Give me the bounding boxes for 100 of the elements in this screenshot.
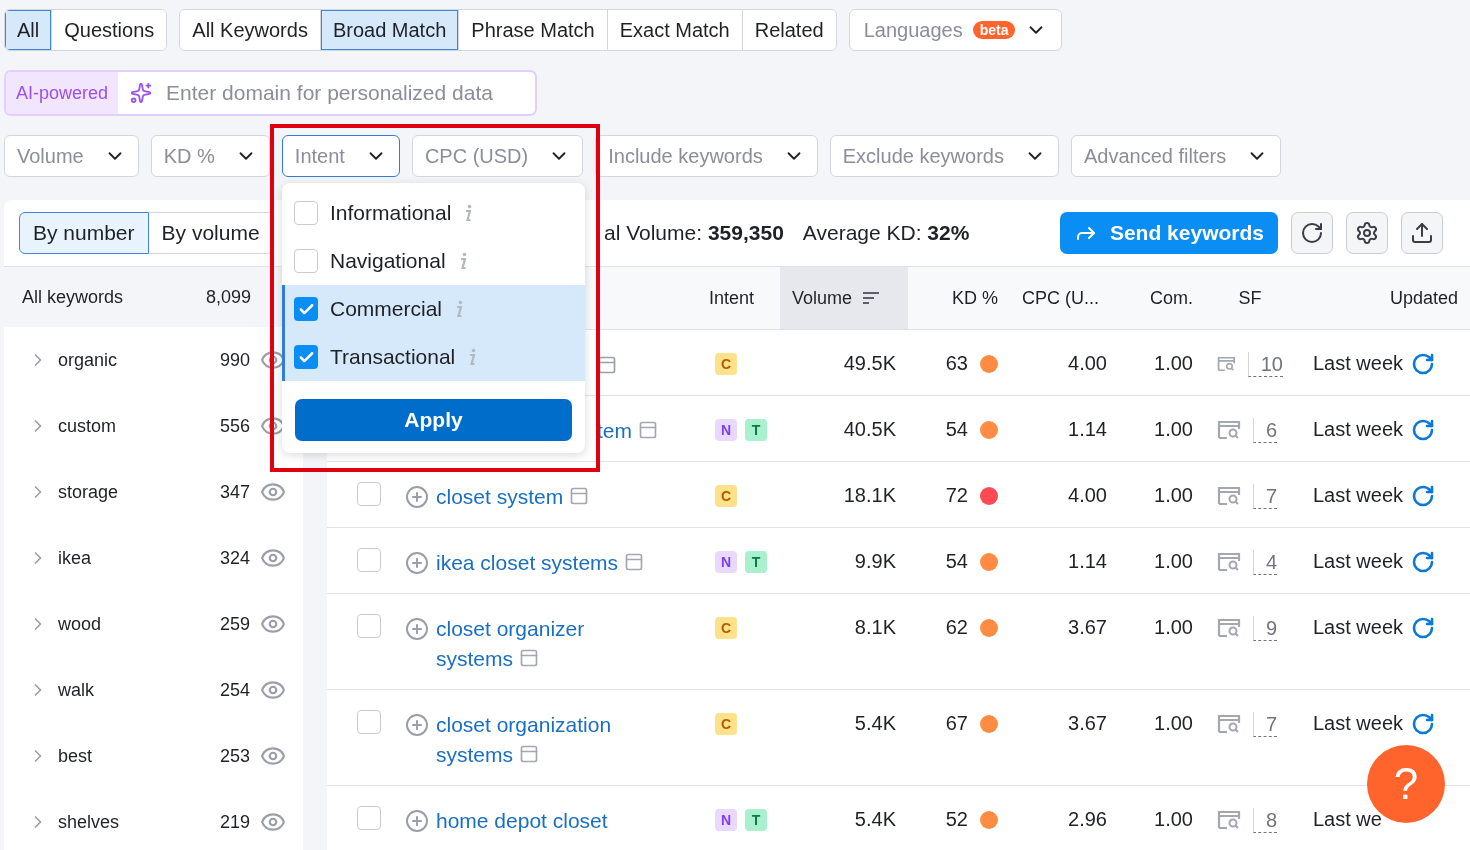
row-checkbox[interactable] [357, 614, 381, 638]
group-name[interactable]: organic [58, 349, 210, 371]
row-checkbox[interactable] [357, 482, 381, 506]
competition-cell-text: 1.00 [1153, 807, 1194, 832]
stat-text: al Volume: 359,350 [604, 221, 784, 245]
serp-features-count[interactable]: 9 [1253, 616, 1278, 641]
column-header: KD % [951, 286, 999, 310]
volume-cell-text: 8.1K [853, 615, 897, 640]
tab[interactable]: All [5, 10, 53, 50]
send-keywords-button[interactable]: Send keywords [1059, 212, 1278, 254]
serp-icon[interactable] [1217, 810, 1241, 830]
row-checkbox[interactable] [357, 548, 381, 572]
serp-icon[interactable] [1217, 354, 1236, 374]
panel-icon[interactable] [518, 744, 539, 764]
filter-dropdown[interactable]: Volume [4, 135, 139, 177]
intent-option[interactable]: Informational [282, 189, 585, 237]
keyword-link[interactable]: ikea closet systems [436, 548, 644, 578]
add-circle-icon[interactable] [405, 713, 429, 737]
serp-icon[interactable] [1217, 420, 1241, 440]
upload-icon [1410, 221, 1434, 245]
group-count: 219 [219, 811, 250, 833]
panel-icon[interactable] [597, 355, 617, 375]
add-circle-icon[interactable] [405, 551, 429, 575]
filter-dropdown[interactable]: KD % [150, 135, 270, 177]
updated-text: Last week [1313, 616, 1404, 639]
keyword-link[interactable]: closet organization systems [436, 710, 664, 770]
keyword-link[interactable]: closet system [436, 482, 590, 512]
serp-icon[interactable] [1217, 714, 1241, 734]
serp-features-count[interactable]: 10 [1247, 352, 1283, 377]
tab[interactable]: Broad Match [320, 10, 460, 50]
apply-button[interactable]: Apply [295, 399, 572, 441]
refresh-icon[interactable] [1411, 352, 1436, 376]
refresh-icon[interactable] [1411, 418, 1436, 442]
filter-dropdown[interactable]: Intent [281, 135, 400, 177]
option-label: Informational [330, 201, 452, 225]
export-button[interactable] [1401, 212, 1443, 254]
add-circle-icon[interactable] [405, 617, 429, 641]
serp-icon[interactable] [1217, 618, 1241, 638]
info-icon [463, 204, 474, 222]
add-circle-icon[interactable] [405, 809, 429, 833]
filter-dropdown[interactable]: Advanced filters [1070, 135, 1282, 177]
intent-option[interactable]: Transactional [282, 333, 585, 381]
competition-cell-text: 1.00 [1153, 417, 1194, 442]
refresh-icon[interactable] [1411, 712, 1436, 736]
intent-badge: T [745, 809, 767, 831]
refresh-icon[interactable] [1411, 484, 1436, 508]
group-name[interactable]: best [58, 745, 210, 767]
column-header: Intent [708, 286, 756, 310]
keyword-link[interactable]: closet organizer systems [436, 614, 664, 674]
filter-dropdown[interactable]: Exclude keywords [829, 135, 1059, 177]
group-name: All keywords [22, 286, 125, 308]
panel-icon[interactable] [637, 420, 658, 440]
panel-icon[interactable] [518, 648, 539, 668]
view-toggle[interactable]: By number [19, 212, 149, 254]
intent-badge: N [715, 551, 737, 573]
filter-dropdown[interactable]: CPC (USD) [411, 135, 584, 177]
serp-features-count[interactable]: 6 [1253, 418, 1278, 443]
checkbox[interactable] [294, 249, 318, 273]
add-circle-icon[interactable] [405, 485, 429, 509]
column-header: CPC (U... [1021, 286, 1100, 310]
filter-dropdown[interactable]: Include keywords [595, 135, 818, 177]
tab[interactable]: All Keywords [180, 10, 321, 50]
intent-badge: C [715, 713, 737, 735]
checkbox[interactable] [294, 201, 318, 225]
column-header[interactable]: Volume [780, 267, 908, 329]
settings-button[interactable] [1346, 212, 1388, 254]
group-name[interactable]: storage [58, 481, 210, 503]
intent-option[interactable]: Commercial [282, 285, 585, 333]
keyword-link[interactable]: home depot closet [436, 806, 608, 836]
volume-cell-text: 5.4K [853, 711, 897, 736]
group-name[interactable]: ikea [58, 547, 210, 569]
serp-features-count[interactable]: 7 [1253, 484, 1278, 509]
panel-icon[interactable] [623, 552, 644, 572]
serp-icon[interactable] [1217, 552, 1241, 572]
checkbox[interactable] [294, 297, 318, 321]
languages-dropdown[interactable]: Languages beta [848, 9, 1063, 51]
group-count: 324 [219, 547, 250, 569]
panel-icon[interactable] [569, 486, 590, 506]
group-name[interactable]: walk [58, 679, 210, 701]
updated-text: Last week [1313, 712, 1404, 735]
refresh-icon[interactable] [1411, 550, 1436, 574]
checkbox[interactable] [294, 345, 318, 369]
serp-icon[interactable] [1217, 486, 1241, 506]
group-name[interactable]: wood [58, 613, 210, 635]
serp-features-count[interactable]: 7 [1253, 712, 1278, 737]
cpc-cell-text: 2.96 [1067, 807, 1108, 832]
group-name[interactable]: custom [58, 415, 210, 437]
updated-text: Last week [1313, 418, 1404, 441]
serp-features-count[interactable]: 4 [1253, 550, 1278, 575]
refresh-icon[interactable] [1411, 616, 1436, 640]
group-name[interactable]: shelves [58, 811, 210, 833]
domain-search-field[interactable]: AI-powered Enter domain for personalized data [4, 70, 537, 116]
serp-features-count[interactable]: 8 [1253, 808, 1278, 833]
group-count: 259 [219, 613, 250, 635]
refresh-button[interactable] [1291, 212, 1333, 254]
row-checkbox[interactable] [357, 710, 381, 734]
group-count: 254 [219, 679, 250, 701]
row-checkbox[interactable] [357, 806, 381, 830]
competition-cell-text: 1.00 [1153, 711, 1194, 736]
ai-powered-label: AI-powered [6, 72, 119, 114]
